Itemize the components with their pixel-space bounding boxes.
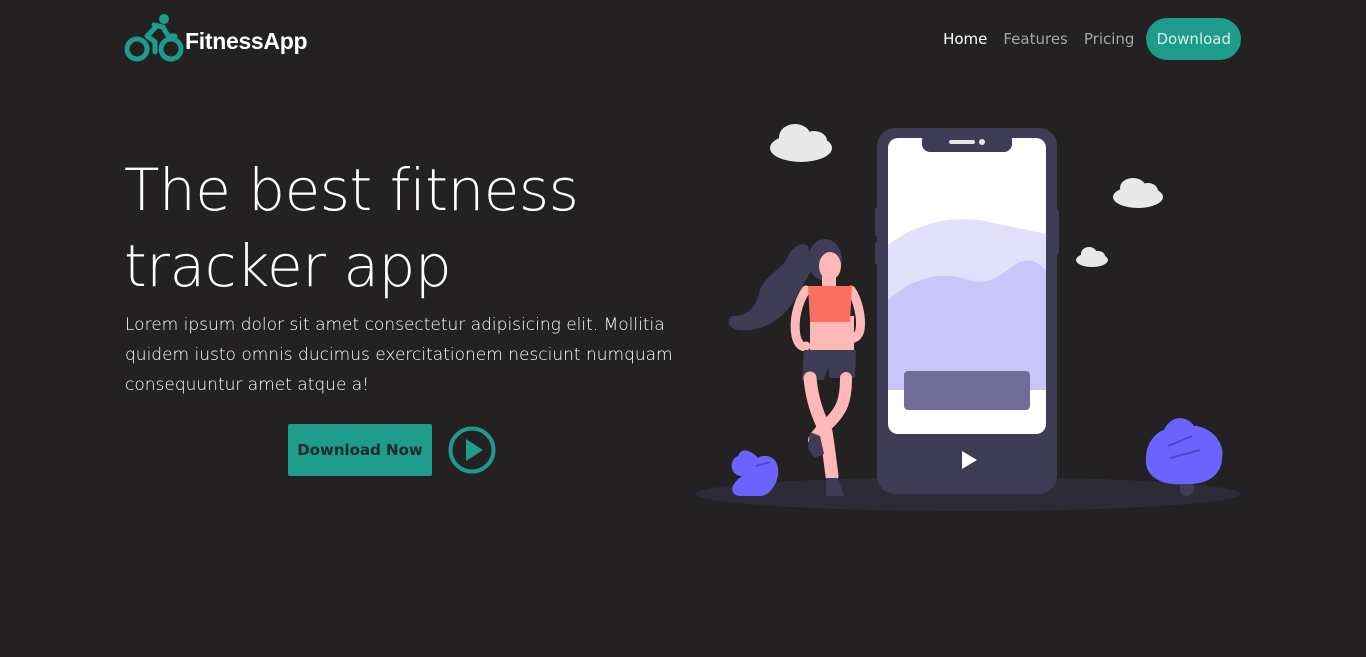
phone-mockup [875, 128, 1059, 494]
nav-link-home[interactable]: Home [943, 30, 987, 48]
cloud-icon [770, 124, 832, 162]
hero-title: The best fitness tracker app [124, 156, 579, 300]
nav-link-pricing[interactable]: Pricing [1084, 30, 1135, 48]
landing-page: FitnessApp Home Features Pricing Downloa… [0, 0, 1366, 657]
play-circle-icon[interactable] [447, 425, 497, 475]
cloud-icon [1076, 247, 1108, 267]
hero-illustration [695, 124, 1241, 511]
navbar: FitnessApp Home Features Pricing Downloa… [0, 0, 1366, 78]
nav-link-features[interactable]: Features [1003, 30, 1068, 48]
bush-icon [731, 450, 779, 496]
cyclist-icon [124, 14, 184, 62]
hero-description: Lorem ipsum dolor sit amet consectetur a… [125, 315, 673, 395]
cloud-icon [1113, 178, 1163, 208]
download-now-button[interactable]: Download Now [288, 424, 432, 476]
nav-download-button[interactable]: Download [1146, 18, 1241, 60]
brand-name: FitnessApp [185, 27, 308, 54]
nav-links: Home Features Pricing Download [943, 18, 1241, 60]
brand-logo-link[interactable]: FitnessApp [124, 12, 308, 62]
